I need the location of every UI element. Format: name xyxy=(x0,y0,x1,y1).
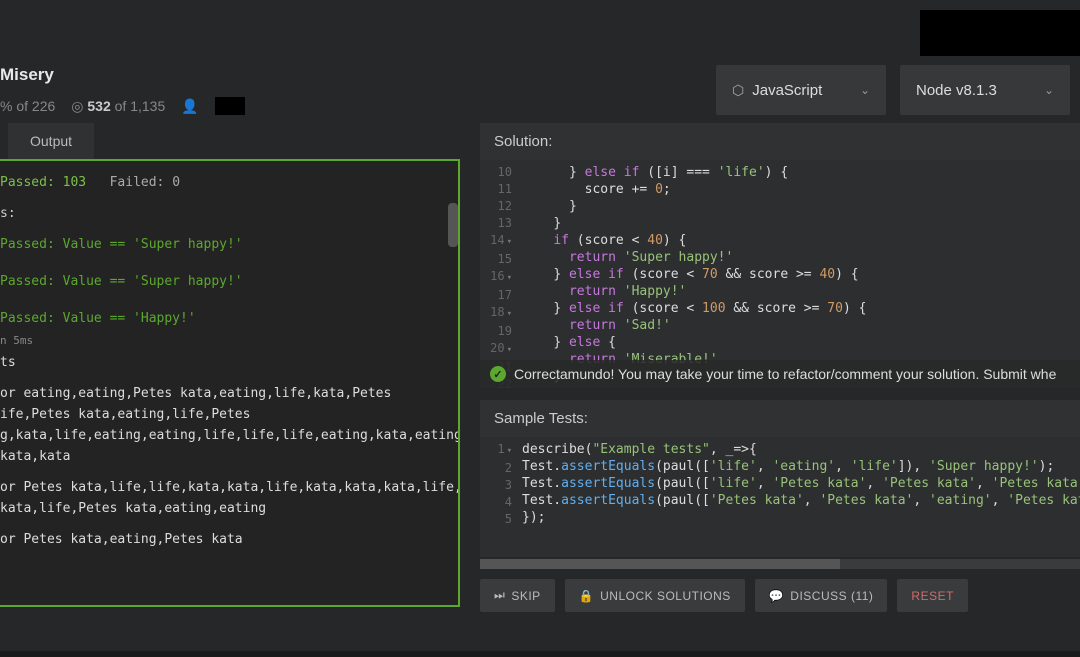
tests-label: Sample Tests: xyxy=(480,400,1080,437)
skip-button[interactable]: ⏭SKIP xyxy=(480,579,555,612)
footer-bar xyxy=(0,651,1080,657)
tests-editor[interactable]: 12345 describe("Example tests", _=>{ Tes… xyxy=(480,437,1080,557)
log-line: kata,life,Petes kata,eating,eating xyxy=(0,501,450,516)
runtime-dropdown[interactable]: Node v8.1.3 ⌄ xyxy=(900,65,1070,115)
log-line: g,kata,life,eating,eating,life,life,life… xyxy=(0,428,450,443)
scrollbar-thumb[interactable] xyxy=(448,203,458,247)
log-line: kata,kata xyxy=(0,449,450,464)
solution-label: Solution: xyxy=(480,123,1080,160)
solution-editor[interactable]: 10111213141516171819202122 } else if ([i… xyxy=(480,160,1080,388)
horizontal-scrollbar[interactable] xyxy=(480,559,1080,569)
chevron-down-icon: ⌄ xyxy=(1044,83,1054,97)
log-line: or Petes kata,life,life,kata,kata,life,k… xyxy=(0,480,450,495)
test-group: s: xyxy=(0,206,450,221)
test-time: n 5ms xyxy=(0,334,450,347)
line-gutter: 12345 xyxy=(480,437,516,528)
avatar xyxy=(215,97,245,115)
discuss-button[interactable]: 💬DISCUSS (11) xyxy=(755,579,888,612)
test-pass: Passed: Value == 'Happy!' xyxy=(0,311,450,326)
log-line: or Petes kata,eating,Petes kata xyxy=(0,532,450,547)
test-group: ts xyxy=(0,355,450,370)
log-line: ife,Petes kata,eating,life,Petes xyxy=(0,407,450,422)
test-pass: Passed: Value == 'Super happy!' xyxy=(0,237,450,252)
user-icon: 👤 xyxy=(181,98,198,115)
unlock-button[interactable]: 🔒UNLOCK SOLUTIONS xyxy=(565,579,745,612)
output-panel: Passed: 103 Failed: 0 s: Passed: Value =… xyxy=(0,159,460,607)
scrollbar-thumb[interactable] xyxy=(480,559,840,569)
kata-stats: % of 226 ◎ 532 of 1,135 👤 xyxy=(0,97,245,115)
line-gutter: 10111213141516171819202122 xyxy=(480,160,516,388)
kata-title: Misery xyxy=(0,65,245,85)
user-area[interactable] xyxy=(920,10,1080,56)
language-dropdown[interactable]: ⬡JavaScript ⌄ xyxy=(716,65,886,115)
lock-icon: 🔒 xyxy=(579,589,594,603)
forward-icon: ⏭ xyxy=(494,588,505,603)
chevron-down-icon: ⌄ xyxy=(860,83,870,97)
tab-output[interactable]: Output xyxy=(8,123,94,159)
test-pass: Passed: Value == 'Super happy!' xyxy=(0,274,450,289)
language-icon: ⬡ xyxy=(732,82,744,99)
reset-button[interactable]: RESET xyxy=(897,579,968,612)
success-toast: ✓ Correctamundo! You may take your time … xyxy=(480,360,1080,388)
comment-icon: 💬 xyxy=(769,589,784,603)
log-line: or eating,eating,Petes kata,eating,life,… xyxy=(0,386,450,401)
check-icon: ✓ xyxy=(490,366,506,382)
